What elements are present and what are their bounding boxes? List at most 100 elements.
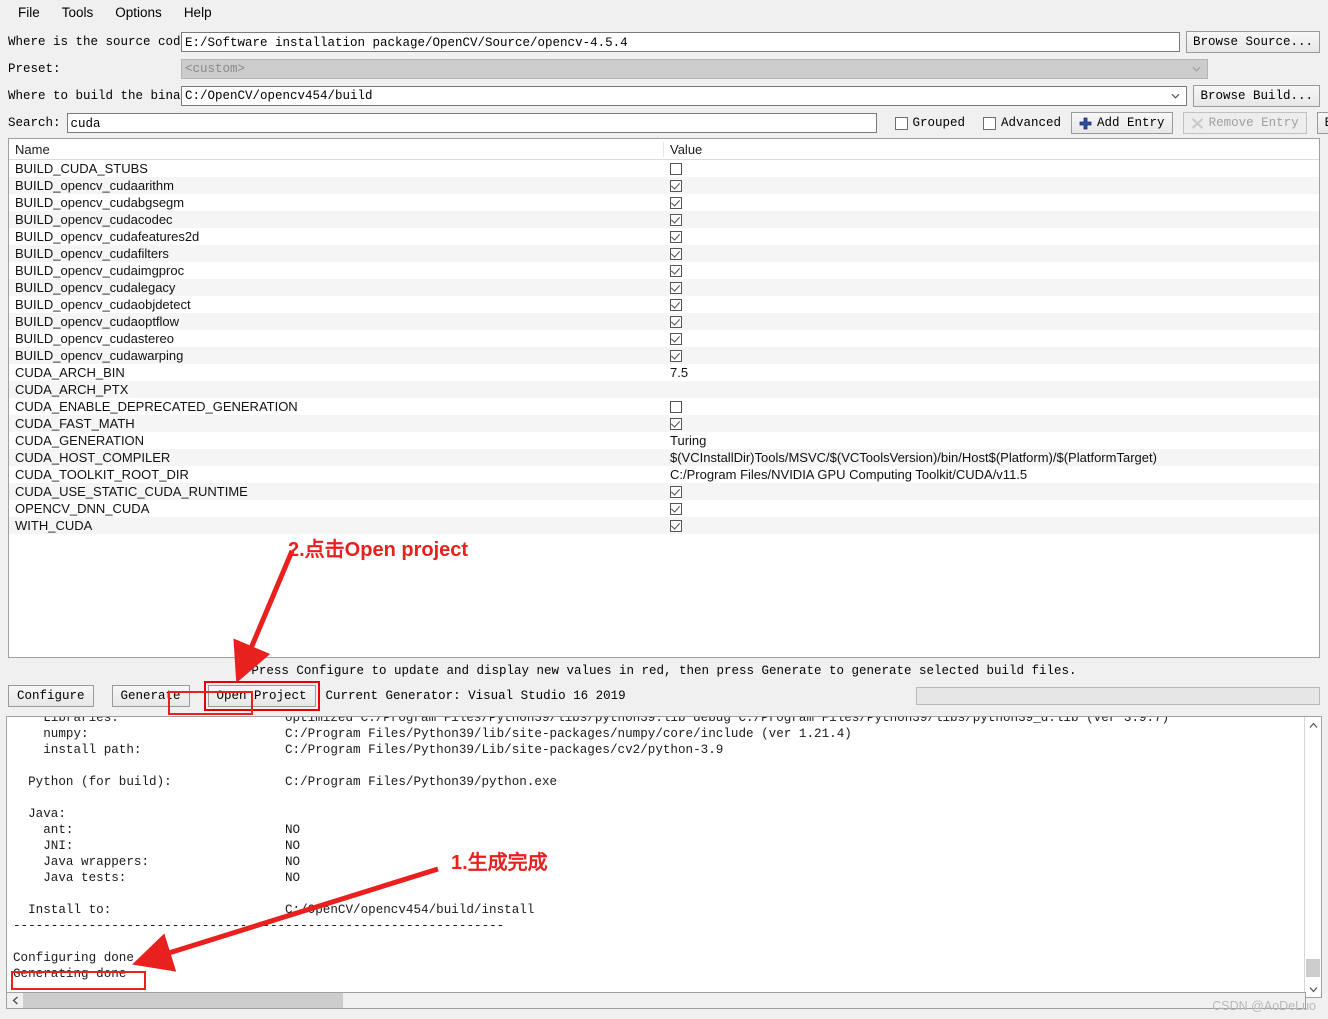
table-row[interactable]: WITH_CUDA <box>9 517 1319 534</box>
checkbox-checked-icon[interactable] <box>670 298 682 311</box>
log-scroll-thumb[interactable] <box>1306 959 1320 977</box>
checkbox-checked-icon[interactable] <box>670 502 682 515</box>
log-vertical-scrollbar[interactable] <box>1304 717 1321 997</box>
checkbox-checked-icon[interactable] <box>670 519 682 532</box>
table-row[interactable]: BUILD_opencv_cudalegacy <box>9 279 1319 296</box>
table-row[interactable]: CUDA_ARCH_PTX <box>9 381 1319 398</box>
table-row[interactable]: BUILD_opencv_cudawarping <box>9 347 1319 364</box>
log-horizontal-scrollbar[interactable] <box>6 992 1306 1009</box>
cache-entry-name: BUILD_opencv_cudalegacy <box>15 280 176 295</box>
browse-build-button[interactable]: Browse Build... <box>1193 85 1320 107</box>
table-row[interactable]: BUILD_opencv_cudabgsegm <box>9 194 1319 211</box>
checkbox-unchecked-icon[interactable] <box>670 400 682 413</box>
column-header-name[interactable]: Name <box>9 141 664 157</box>
preset-label: Preset: <box>8 62 61 76</box>
grouped-checkbox[interactable]: Grouped <box>894 116 965 130</box>
column-header-value[interactable]: Value <box>664 142 1319 157</box>
cache-entry-value[interactable]: Turing <box>664 433 1319 448</box>
table-row[interactable]: BUILD_opencv_cudastereo <box>9 330 1319 347</box>
cache-entry-value[interactable] <box>664 298 1319 311</box>
hbar-thumb[interactable] <box>23 993 343 1008</box>
table-row[interactable]: CUDA_GENERATION Turing <box>9 432 1319 449</box>
checkbox-checked-icon[interactable] <box>670 247 682 260</box>
checkbox-checked-icon[interactable] <box>670 196 682 209</box>
checkbox-checked-icon[interactable] <box>670 264 682 277</box>
browse-source-button[interactable]: Browse Source... <box>1185 31 1320 53</box>
preset-select[interactable]: <custom> <box>181 59 1208 79</box>
advanced-checkbox[interactable]: Advanced <box>983 116 1061 130</box>
open-project-button[interactable]: Open Project <box>203 681 320 711</box>
table-row[interactable]: BUILD_opencv_cudacodec <box>9 211 1319 228</box>
search-input[interactable]: cuda <box>66 113 877 133</box>
table-row[interactable]: BUILD_opencv_cudafilters <box>9 245 1319 262</box>
cache-entry-value[interactable] <box>664 349 1319 362</box>
cache-entry-value[interactable] <box>664 179 1319 192</box>
table-row[interactable]: CUDA_HOST_COMPILER $(VCInstallDir)Tools/M… <box>9 449 1319 466</box>
cache-entry-value[interactable] <box>664 400 1319 413</box>
cache-entry-value[interactable] <box>664 247 1319 260</box>
log-line: JNI: NO <box>13 838 1169 854</box>
environment-button[interactable]: Environment... <box>1316 112 1328 134</box>
build-path-combo[interactable]: C:/OpenCV/opencv454/build <box>181 86 1188 106</box>
cache-entry-value[interactable]: C:/Program Files/NVIDIA GPU Computing To… <box>664 467 1319 482</box>
menu-item-options[interactable]: Options <box>105 3 172 23</box>
cache-entry-value[interactable] <box>664 196 1319 209</box>
checkbox-checked-icon[interactable] <box>670 230 682 243</box>
cache-entry-value[interactable] <box>664 264 1319 277</box>
cache-entry-value[interactable] <box>664 213 1319 226</box>
table-row[interactable]: BUILD_opencv_cudaarithm <box>9 177 1319 194</box>
checkbox-checked-icon[interactable] <box>670 315 682 328</box>
cache-entry-name: BUILD_CUDA_STUBS <box>15 161 148 176</box>
cache-entry-value[interactable] <box>664 417 1319 430</box>
checkbox-checked-icon[interactable] <box>670 417 682 430</box>
configure-button[interactable]: Configure <box>8 685 94 707</box>
checkbox-checked-icon[interactable] <box>670 281 682 294</box>
menu-item-file[interactable]: File <box>8 3 50 23</box>
checkbox-checked-icon[interactable] <box>670 349 682 362</box>
close-icon <box>1191 117 1204 130</box>
cache-entry-value[interactable]: $(VCInstallDir)Tools/MSVC/$(VCToolsVersi… <box>664 450 1319 465</box>
output-log[interactable]: Libraries: optimized C:/Program Files/Pyt… <box>6 716 1322 998</box>
cache-entry-value[interactable] <box>664 485 1319 498</box>
cache-table[interactable]: Name Value BUILD_CUDA_STUBS BUILD_opencv_… <box>8 138 1320 658</box>
menu-item-help[interactable]: Help <box>174 3 222 23</box>
log-line-value: C:/OpenCV/opencv454/build/install <box>285 903 535 917</box>
checkbox-checked-icon[interactable] <box>670 179 682 192</box>
table-row[interactable]: OPENCV_DNN_CUDA <box>9 500 1319 517</box>
cache-entry-name: CUDA_TOOLKIT_ROOT_DIR <box>15 467 189 482</box>
cache-entry-value[interactable] <box>664 315 1319 328</box>
cache-entry-value[interactable] <box>664 519 1319 532</box>
source-path-input[interactable]: E:/Software installation package/OpenCV/… <box>181 32 1180 52</box>
cache-entry-name: OPENCV_DNN_CUDA <box>15 501 150 516</box>
table-row[interactable]: BUILD_opencv_cudaimgproc <box>9 262 1319 279</box>
table-row[interactable]: BUILD_CUDA_STUBS <box>9 160 1319 177</box>
cache-entry-value[interactable] <box>664 162 1319 175</box>
generate-button[interactable]: Generate <box>111 685 190 707</box>
log-line-value: NO <box>285 871 301 885</box>
add-entry-button[interactable]: Add Entry <box>1071 112 1173 134</box>
scroll-down-icon[interactable] <box>1305 981 1321 997</box>
table-row[interactable]: CUDA_ENABLE_DEPRECATED_GENERATION <box>9 398 1319 415</box>
table-row[interactable]: CUDA_USE_STATIC_CUDA_RUNTIME <box>9 483 1319 500</box>
cache-entry-value[interactable] <box>664 230 1319 243</box>
checkbox-checked-icon[interactable] <box>670 485 682 498</box>
checkbox-checked-icon[interactable] <box>670 213 682 226</box>
menu-item-tools[interactable]: Tools <box>52 3 104 23</box>
table-row[interactable]: BUILD_opencv_cudaoptflow <box>9 313 1319 330</box>
log-line-value: NO <box>285 823 301 837</box>
table-row[interactable]: BUILD_opencv_cudaobjdetect <box>9 296 1319 313</box>
table-row[interactable]: CUDA_TOOLKIT_ROOT_DIR C:/Program Files/NV… <box>9 466 1319 483</box>
checkbox-checked-icon[interactable] <box>670 332 682 345</box>
table-row[interactable]: CUDA_ARCH_BIN 7.5 <box>9 364 1319 381</box>
cache-entry-value[interactable] <box>664 332 1319 345</box>
remove-entry-button[interactable]: Remove Entry <box>1182 112 1307 134</box>
scroll-up-icon[interactable] <box>1305 717 1321 733</box>
cache-entry-value[interactable]: 7.5 <box>664 365 1319 380</box>
table-row[interactable]: BUILD_opencv_cudafeatures2d <box>9 228 1319 245</box>
cache-entry-value[interactable] <box>664 502 1319 515</box>
add-entry-label: Add Entry <box>1097 116 1165 130</box>
checkbox-unchecked-icon[interactable] <box>670 162 682 175</box>
cache-entry-value[interactable] <box>664 281 1319 294</box>
scroll-left-icon[interactable] <box>7 993 23 1008</box>
table-row[interactable]: CUDA_FAST_MATH <box>9 415 1319 432</box>
